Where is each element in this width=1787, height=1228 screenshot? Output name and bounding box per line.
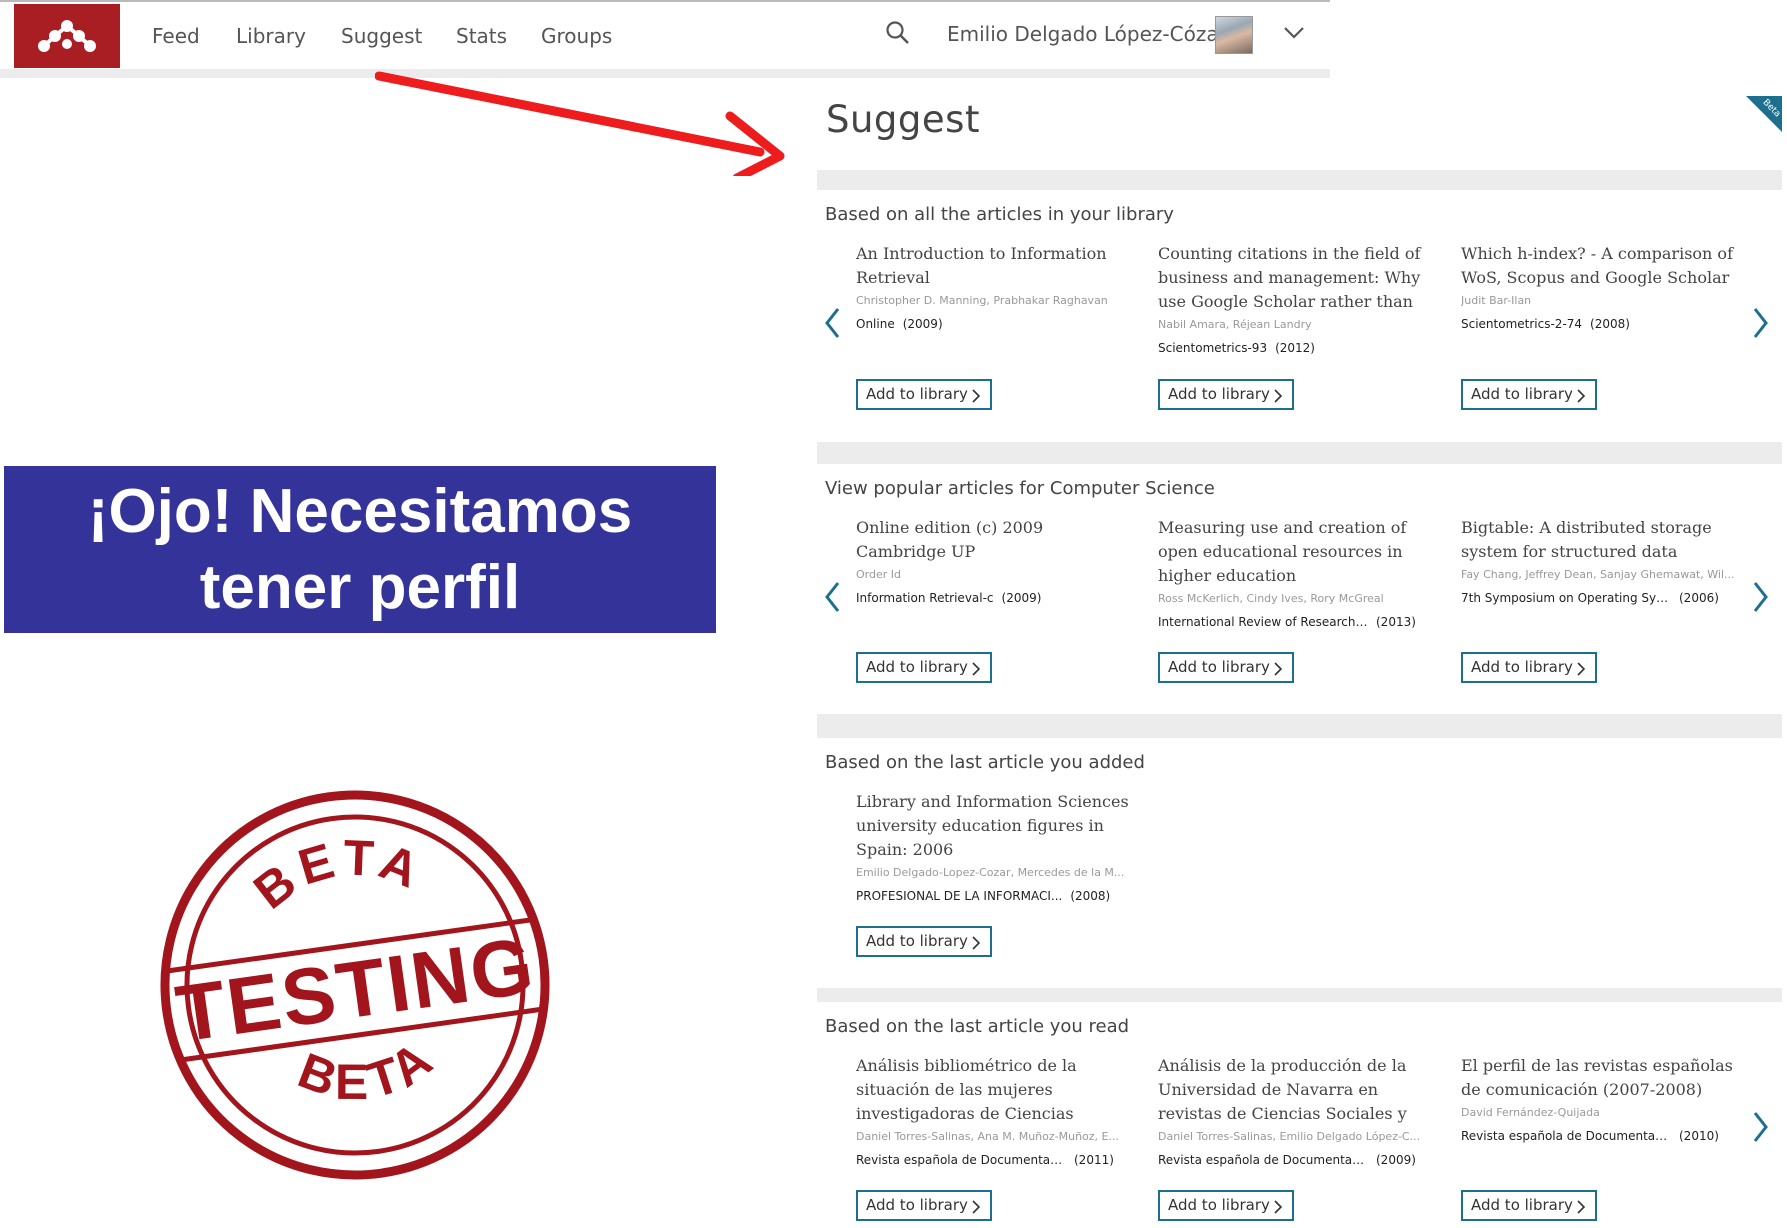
suggest-section-last-read: Based on the last article you read Análi…: [817, 1002, 1782, 1228]
article-authors: Ross McKerlich, Cindy Ives, Rory McGreal: [1158, 592, 1384, 605]
article-card[interactable]: Análisis bibliométrico de la situación d…: [856, 1054, 1131, 1172]
suggest-section-popular: View popular articles for Computer Scien…: [817, 464, 1782, 714]
section-title: Based on the last article you read: [825, 1016, 1130, 1037]
article-authors: Daniel Torres-Salinas, Ana M. Muñoz-Muño…: [856, 1130, 1119, 1143]
article-card[interactable]: Análisis de la producción de la Universi…: [1158, 1054, 1433, 1172]
article-card[interactable]: Which h-index? - A comparison of WoS, Sc…: [1461, 242, 1736, 336]
user-name[interactable]: Emilio Delgado López-Cózar: [947, 22, 1227, 46]
article-source: Revista española de Documentación... (201…: [856, 1153, 1114, 1167]
article-source: Scientometrics-93 (2012): [1158, 341, 1315, 355]
mendeley-logo[interactable]: [14, 4, 120, 68]
profile-notice-banner: ¡Ojo! Necesitamos tener perfil: [4, 466, 716, 633]
article-source: Revista española de Documentación... (200…: [1158, 1153, 1416, 1167]
beta-testing-stamp: BETA BETA TESTING: [160, 790, 550, 1180]
article-source: Revista española de Documentación... (201…: [1461, 1129, 1719, 1143]
add-to-library-button[interactable]: Add to library: [1158, 379, 1294, 410]
article-card[interactable]: Bigtable: A distributed storage system f…: [1461, 516, 1736, 610]
article-authors: Daniel Torres-Salinas, Emilio Delgado Ló…: [1158, 1130, 1421, 1143]
nav-library-link[interactable]: Library: [236, 24, 306, 48]
notice-line-2: tener perfil: [199, 553, 521, 622]
carousel-next-icon[interactable]: [1750, 580, 1770, 614]
add-to-library-button[interactable]: Add to library: [856, 926, 992, 957]
article-source: International Review of Research in ...(…: [1158, 615, 1416, 629]
beta-ribbon: Beta: [1746, 96, 1782, 132]
suggest-section-library: Based on all the articles in your librar…: [817, 190, 1782, 442]
notice-line-1: ¡Ojo! Necesitamos: [87, 477, 633, 546]
article-authors: Christopher D. Manning, Prabhakar Raghav…: [856, 294, 1108, 307]
svg-text:BETA: BETA: [239, 817, 439, 923]
mendeley-logo-icon: [38, 20, 96, 52]
article-source: Scientometrics-2-74 (2008): [1461, 317, 1630, 331]
article-source: Information Retrieval-c (2009): [856, 591, 1042, 605]
article-card[interactable]: El perfil de las revistas españolas de c…: [1461, 1054, 1736, 1148]
carousel-next-icon[interactable]: [1750, 306, 1770, 340]
article-authors: Emilio Delgado-Lopez-Cozar, Mercedes de …: [856, 866, 1125, 879]
add-to-library-button[interactable]: Add to library: [856, 379, 992, 410]
article-title[interactable]: Library and Information Sciences univers…: [856, 790, 1131, 862]
carousel-prev-icon[interactable]: [823, 580, 843, 614]
article-title[interactable]: Análisis bibliométrico de la situación d…: [856, 1054, 1131, 1126]
carousel-prev-icon[interactable]: [823, 306, 843, 340]
article-card[interactable]: Measuring use and creation of open educa…: [1158, 516, 1433, 634]
article-authors: Fay Chang, Jeffrey Dean, Sanjay Ghemawat…: [1461, 568, 1735, 581]
suggest-section-last-added: Based on the last article you added Libr…: [817, 738, 1782, 988]
nav-groups-link[interactable]: Groups: [541, 24, 612, 48]
article-title[interactable]: Measuring use and creation of open educa…: [1158, 516, 1433, 588]
article-title[interactable]: Análisis de la producción de la Universi…: [1158, 1054, 1433, 1126]
avatar[interactable]: [1215, 16, 1253, 54]
article-title[interactable]: Counting citations in the field of busin…: [1158, 242, 1433, 314]
article-card[interactable]: Library and Information Sciences univers…: [856, 790, 1131, 908]
article-authors: Order Id: [856, 568, 901, 581]
nav-feed-link[interactable]: Feed: [152, 24, 200, 48]
add-to-library-button[interactable]: Add to library: [1158, 1190, 1294, 1221]
article-authors: David Fernández-Quijada: [1461, 1106, 1600, 1119]
carousel-next-icon[interactable]: [1750, 1110, 1770, 1144]
section-title: Based on all the articles in your librar…: [825, 204, 1174, 225]
suggest-panel: Suggest Beta Based on all the articles i…: [817, 94, 1782, 1228]
article-card[interactable]: Online edition (c) 2009 Cambridge UP Ord…: [856, 516, 1131, 610]
article-authors: Nabil Amara, Réjean Landry: [1158, 318, 1312, 331]
stamp-top-text: BETA: [239, 817, 439, 923]
page-title: Suggest: [826, 98, 980, 141]
add-to-library-button[interactable]: Add to library: [1461, 1190, 1597, 1221]
section-title: View popular articles for Computer Scien…: [825, 478, 1215, 499]
article-card[interactable]: Counting citations in the field of busin…: [1158, 242, 1433, 360]
add-to-library-button[interactable]: Add to library: [1461, 379, 1597, 410]
chevron-down-icon[interactable]: [1283, 26, 1305, 40]
add-to-library-button[interactable]: Add to library: [856, 1190, 992, 1221]
search-icon[interactable]: [885, 20, 911, 46]
add-to-library-button[interactable]: Add to library: [856, 652, 992, 683]
article-source: PROFESIONAL DE LA INFORMACI... (2008): [856, 889, 1111, 903]
section-title: Based on the last article you added: [825, 752, 1145, 773]
article-source: 7th Symposium on Operating Syste... (2006…: [1461, 591, 1719, 605]
nav-stats-link[interactable]: Stats: [456, 24, 507, 48]
article-authors: Judit Bar-Ilan: [1461, 294, 1532, 307]
article-source: Online (2009): [856, 317, 943, 331]
nav-suggest-link[interactable]: Suggest: [341, 24, 422, 48]
red-arrow-annotation: [375, 71, 785, 176]
page-header: Suggest Beta: [817, 94, 1782, 170]
add-to-library-button[interactable]: Add to library: [1461, 652, 1597, 683]
article-card[interactable]: An Introduction to Information Retrieval…: [856, 242, 1131, 336]
add-to-library-button[interactable]: Add to library: [1158, 652, 1294, 683]
